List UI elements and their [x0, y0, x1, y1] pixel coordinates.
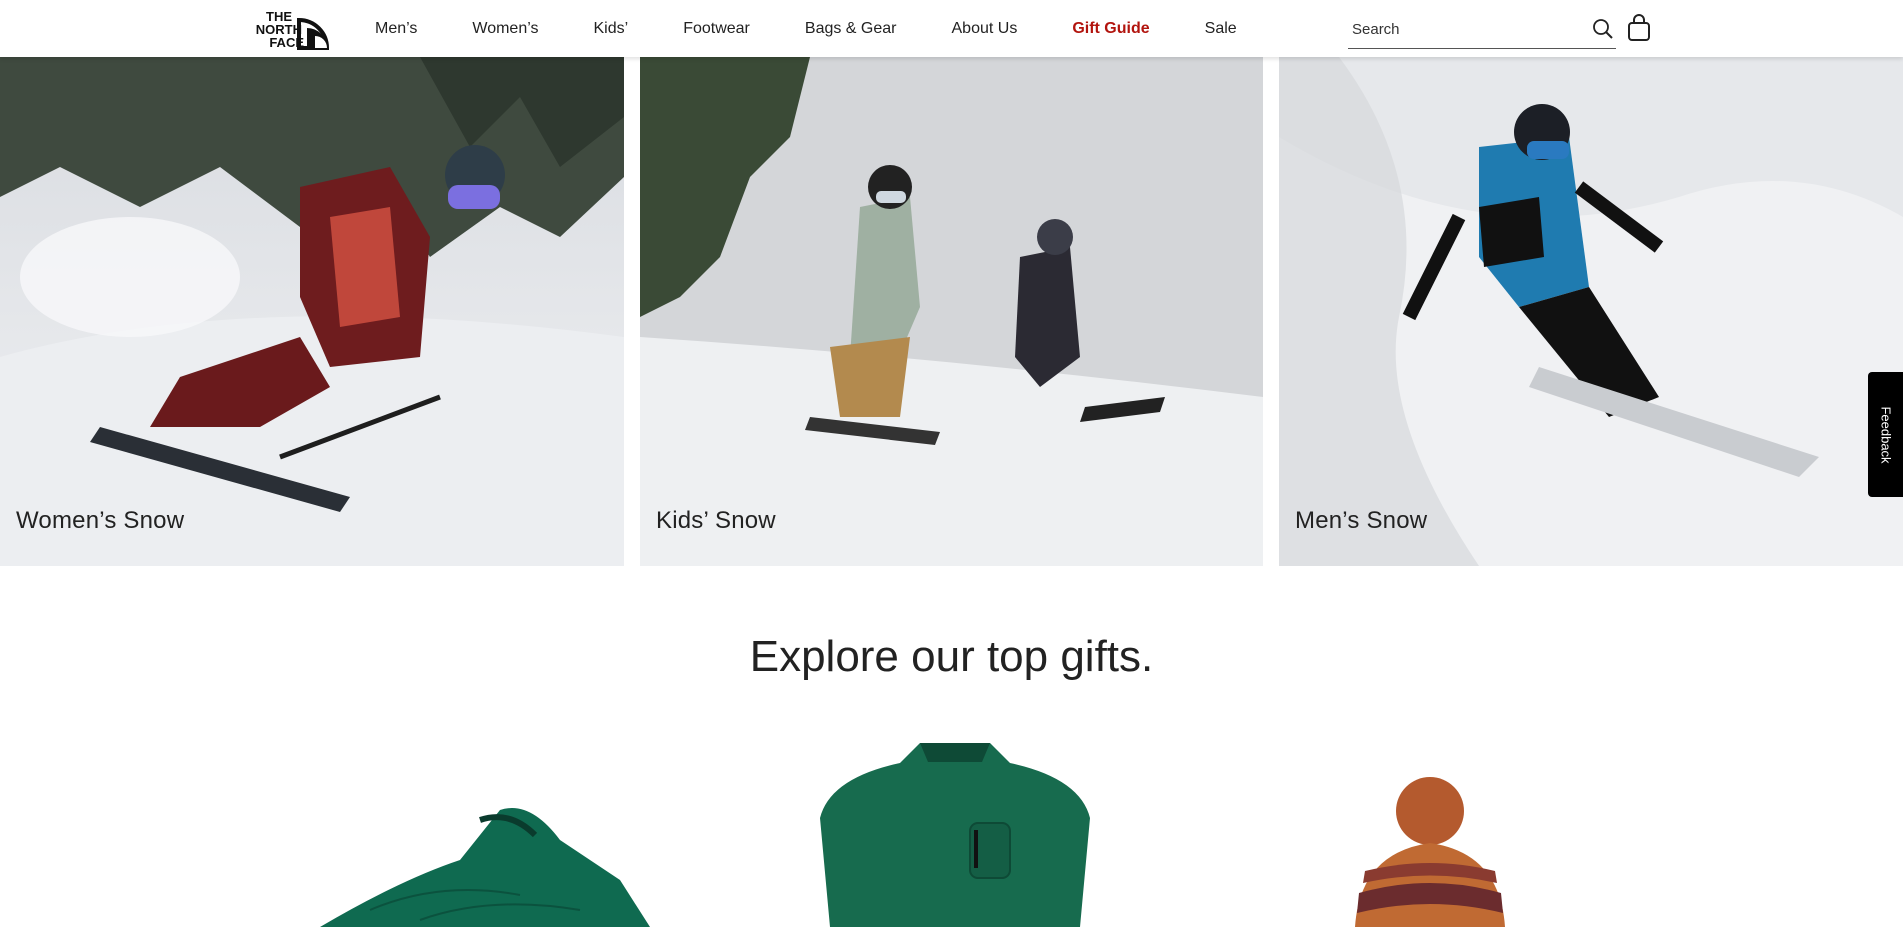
product-card-pom-beanie[interactable]: [1325, 773, 1535, 927]
svg-text:FACE: FACE: [269, 35, 304, 50]
kids-snow-image: [640, 57, 1263, 566]
site-header: THE NORTH FACE Men’s Women’s Kids’ Footw…: [0, 0, 1903, 57]
product-image: [820, 743, 1090, 927]
tile-womens-snow[interactable]: Women’s Snow: [0, 57, 624, 566]
search-bar: [1348, 13, 1616, 49]
search-icon[interactable]: [1592, 18, 1614, 40]
nav-bags-gear[interactable]: Bags & Gear: [805, 20, 897, 38]
tile-kids-snow[interactable]: Kids’ Snow: [640, 57, 1263, 566]
nav-womens[interactable]: Women’s: [472, 20, 538, 38]
mens-snow-image: [1279, 57, 1903, 566]
nav-kids[interactable]: Kids’: [594, 20, 629, 38]
product-card-green-fleece-jacket[interactable]: [790, 738, 1120, 927]
nav-about-us[interactable]: About Us: [952, 20, 1018, 38]
search-input[interactable]: [1348, 13, 1576, 46]
tile-label-kids-snow: Kids’ Snow: [656, 507, 776, 534]
feedback-tab[interactable]: Feedback: [1868, 372, 1903, 497]
womens-snow-image: [0, 57, 624, 566]
main-nav: Men’s Women’s Kids’ Footwear Bags & Gear…: [375, 0, 1292, 57]
product-card-green-jacket-sleeve[interactable]: [320, 800, 650, 927]
tile-label-womens-snow: Women’s Snow: [16, 507, 185, 534]
nav-mens[interactable]: Men’s: [375, 20, 417, 38]
the-north-face-logo[interactable]: THE NORTH FACE: [247, 8, 335, 50]
nav-gift-guide[interactable]: Gift Guide: [1072, 20, 1149, 38]
nav-sale[interactable]: Sale: [1205, 20, 1237, 38]
section-title: Explore our top gifts.: [749, 632, 1154, 681]
shopping-bag-icon[interactable]: [1626, 14, 1652, 42]
tile-label-mens-snow: Men’s Snow: [1295, 507, 1428, 534]
product-image: [1355, 777, 1505, 927]
tile-mens-snow[interactable]: Men’s Snow: [1279, 57, 1903, 566]
product-image: [320, 808, 650, 927]
nav-footwear[interactable]: Footwear: [683, 20, 750, 38]
feedback-label: Feedback: [1878, 405, 1893, 464]
